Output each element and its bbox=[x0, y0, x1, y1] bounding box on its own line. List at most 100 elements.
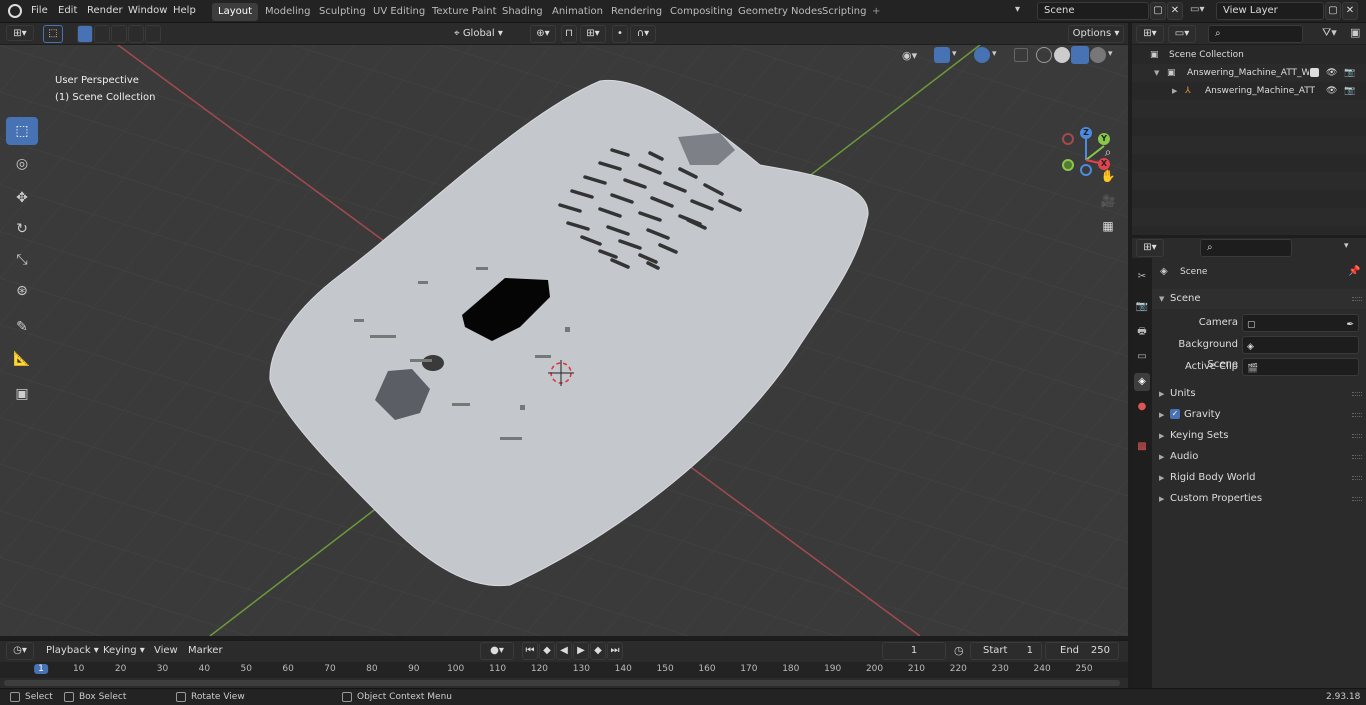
new-scene-icon[interactable]: ▢ bbox=[1150, 2, 1166, 20]
add-cube-tool-icon[interactable]: ▣ bbox=[6, 380, 38, 408]
play-icon[interactable]: ▶ bbox=[573, 642, 589, 660]
visibility-icon[interactable]: ◉▾ bbox=[902, 49, 928, 65]
keying-sets-panel-header[interactable]: ▶ Keying Sets bbox=[1152, 426, 1366, 446]
cursor-tool-icon[interactable]: ◎ bbox=[6, 150, 38, 178]
ortho-toggle-icon[interactable]: ▦ bbox=[1097, 215, 1119, 237]
select-box-tool-icon[interactable]: ⬚ bbox=[6, 117, 38, 145]
drag-handle-icon[interactable] bbox=[1352, 434, 1362, 438]
custom-properties-panel-header[interactable]: ▶ Custom Properties bbox=[1152, 489, 1366, 509]
drag-handle-icon[interactable] bbox=[1352, 476, 1362, 480]
new-view-layer-icon[interactable]: ▢ bbox=[1325, 2, 1341, 20]
camera-field[interactable]: ▢ ✒ bbox=[1242, 314, 1359, 332]
scale-tool-icon[interactable]: ⤡ bbox=[6, 246, 38, 274]
camera-view-icon[interactable]: 🎥 bbox=[1097, 190, 1119, 212]
overlays-dropdown-icon[interactable]: ▾ bbox=[992, 49, 1004, 65]
overlays-toggle-icon[interactable] bbox=[974, 47, 990, 63]
menu-help[interactable]: Help bbox=[170, 0, 199, 23]
units-panel-header[interactable]: ▶ Units bbox=[1152, 384, 1366, 404]
box-select-invert-icon[interactable] bbox=[128, 25, 144, 43]
include-checkbox[interactable] bbox=[1310, 68, 1319, 77]
delete-scene-icon[interactable]: ✕ bbox=[1167, 2, 1183, 20]
menu-playback[interactable]: Playback ▾ bbox=[43, 641, 102, 661]
drag-handle-icon[interactable] bbox=[1352, 455, 1362, 459]
outliner-search-input[interactable]: ⌕ bbox=[1208, 25, 1303, 43]
texture-tab-icon[interactable]: ▩ bbox=[1134, 438, 1150, 456]
drag-handle-icon[interactable] bbox=[1352, 392, 1362, 396]
expand-arrow-icon[interactable]: ▶ bbox=[1172, 82, 1177, 100]
annotate-tool-icon[interactable]: ✎ bbox=[6, 313, 38, 341]
pan-hand-icon[interactable]: ✋ bbox=[1097, 165, 1119, 187]
rendered-shading-icon[interactable] bbox=[1090, 47, 1106, 63]
tab-layout[interactable]: Layout bbox=[212, 3, 258, 21]
outliner-row-collection[interactable]: ▼ ▣ Answering_Machine_ATT_Wh 👁 📷 bbox=[1132, 64, 1366, 82]
shading-dropdown-icon[interactable]: ▾ bbox=[1108, 49, 1120, 65]
new-collection-icon[interactable]: ▣ bbox=[1350, 26, 1360, 39]
timeline-scrollbar[interactable] bbox=[4, 680, 1120, 686]
proportional-editing-icon[interactable]: • bbox=[612, 25, 628, 43]
properties-options-icon[interactable]: ▾ bbox=[1344, 241, 1349, 251]
scene-panel-header[interactable]: ▼ Scene bbox=[1152, 289, 1366, 309]
gizmo-neg-y-axis[interactable] bbox=[1062, 159, 1074, 171]
current-frame-field[interactable]: 1 bbox=[882, 642, 946, 660]
add-workspace-icon[interactable]: + bbox=[866, 3, 886, 21]
tab-compositing[interactable]: Compositing bbox=[664, 3, 739, 21]
properties-editor-type-icon[interactable]: ⊞▾ bbox=[1136, 239, 1164, 257]
gizmo-z-axis[interactable]: Z bbox=[1080, 127, 1092, 139]
options-dropdown[interactable]: Options ▾ bbox=[1068, 25, 1124, 43]
gizmo-dropdown-icon[interactable]: ▾ bbox=[952, 49, 964, 65]
background-scene-field[interactable]: ◈ bbox=[1242, 336, 1359, 354]
tab-uv-editing[interactable]: UV Editing bbox=[367, 3, 431, 21]
jump-prev-keyframe-icon[interactable]: ◆ bbox=[539, 642, 555, 660]
box-select-extend-icon[interactable] bbox=[94, 25, 110, 43]
menu-render[interactable]: Render bbox=[84, 0, 126, 23]
drag-handle-icon[interactable] bbox=[1352, 413, 1362, 417]
menu-keying[interactable]: Keying ▾ bbox=[100, 641, 148, 661]
tab-shading[interactable]: Shading bbox=[496, 3, 549, 21]
box-select-intersect-icon[interactable] bbox=[145, 25, 161, 43]
eyedropper-icon[interactable]: ✒ bbox=[1346, 315, 1354, 335]
gizmo-neg-z-axis[interactable] bbox=[1080, 164, 1092, 176]
proportional-falloff-icon[interactable]: ∩▾ bbox=[630, 25, 656, 43]
end-frame-field[interactable]: End 250 bbox=[1045, 642, 1119, 660]
timeline-editor-type-icon[interactable]: ◷▾ bbox=[6, 642, 34, 660]
tab-scripting[interactable]: Scripting bbox=[816, 3, 872, 21]
scene-tab-icon[interactable]: ◈ bbox=[1134, 373, 1150, 391]
tab-animation[interactable]: Animation bbox=[546, 3, 609, 21]
outliner-row-object[interactable]: ▶ ⅄ Answering_Machine_ATT 👁 📷 bbox=[1132, 82, 1366, 100]
editor-type-icon[interactable]: ⊞▾ bbox=[6, 25, 34, 41]
camera-icon[interactable]: 📷 bbox=[1344, 82, 1355, 100]
pin-icon[interactable]: 📌 bbox=[1348, 262, 1360, 282]
expand-arrow-icon[interactable]: ▼ bbox=[1154, 64, 1159, 82]
gravity-checkbox[interactable]: ✓ bbox=[1170, 409, 1180, 419]
scene-icon[interactable]: ▾ bbox=[1015, 4, 1035, 20]
play-reverse-icon[interactable]: ◀ bbox=[556, 642, 572, 660]
render-tab-icon[interactable]: 📷 bbox=[1134, 298, 1150, 316]
solid-shading-icon[interactable] bbox=[1054, 47, 1070, 63]
tool-tab-icon[interactable]: ✂ bbox=[1134, 268, 1150, 286]
move-tool-icon[interactable]: ✥ bbox=[6, 184, 38, 212]
tab-modeling[interactable]: Modeling bbox=[259, 3, 317, 21]
outliner-row-scene-collection[interactable]: ▣ Scene Collection bbox=[1132, 46, 1366, 64]
drag-handle-icon[interactable] bbox=[1352, 497, 1362, 501]
scene-name-field[interactable]: Scene bbox=[1037, 2, 1149, 20]
filter-icon[interactable]: ⛛▾ bbox=[1322, 26, 1337, 40]
jump-start-icon[interactable]: ⏮ bbox=[522, 642, 538, 660]
outliner-editor-type-icon[interactable]: ⊞▾ bbox=[1136, 25, 1164, 43]
xray-toggle-icon[interactable] bbox=[1014, 48, 1028, 62]
material-preview-icon[interactable] bbox=[1071, 46, 1089, 64]
auto-keying-icon[interactable]: ●▾ bbox=[480, 642, 514, 660]
playhead-frame-indicator[interactable]: 1 bbox=[34, 664, 48, 674]
view-layer-tab-icon[interactable]: ▭ bbox=[1134, 348, 1150, 366]
display-mode-icon[interactable]: ▭▾ bbox=[1168, 25, 1196, 43]
eye-icon[interactable]: 👁 bbox=[1326, 64, 1337, 82]
menu-file[interactable]: File bbox=[28, 0, 51, 23]
gizmo-neg-x-axis[interactable] bbox=[1062, 133, 1074, 145]
wireframe-shading-icon[interactable] bbox=[1036, 47, 1052, 63]
3d-viewport[interactable]: User Perspective (1) Scene Collection ◉▾… bbox=[0, 45, 1128, 636]
snap-target-icon[interactable]: ⊞▾ bbox=[580, 25, 606, 43]
eye-icon[interactable]: 👁 bbox=[1326, 82, 1337, 100]
box-select-new-icon[interactable] bbox=[77, 25, 93, 43]
view-layer-icon[interactable]: ▭▾ bbox=[1190, 4, 1214, 20]
output-tab-icon[interactable]: 🖶 bbox=[1134, 323, 1150, 341]
jump-next-keyframe-icon[interactable]: ◆ bbox=[590, 642, 606, 660]
